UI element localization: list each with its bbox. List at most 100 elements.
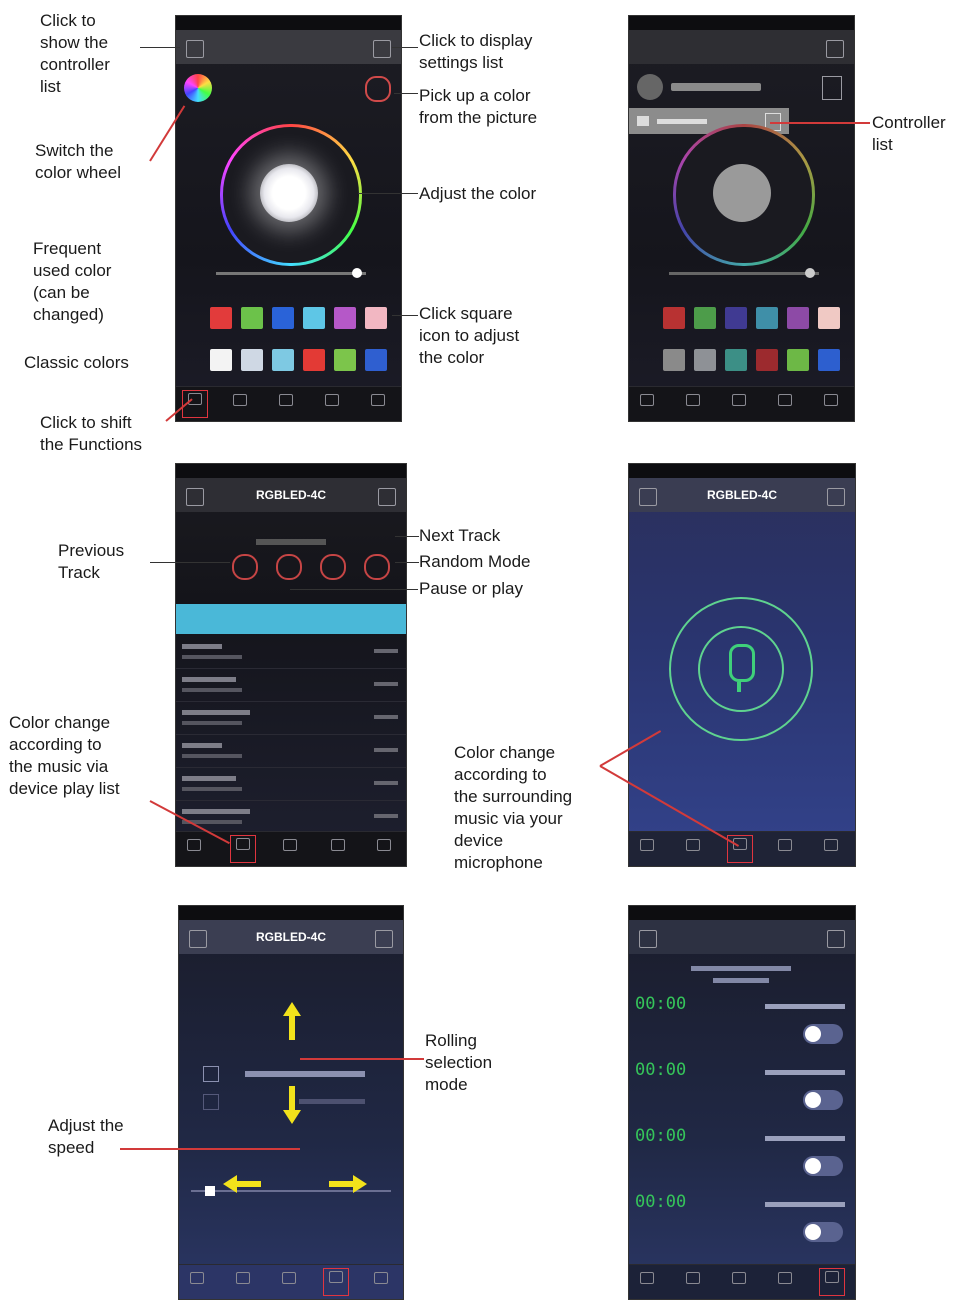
color-wheel-switch-icon[interactable] (184, 74, 212, 102)
settings-button[interactable] (826, 40, 844, 58)
tab-mic[interactable] (727, 392, 751, 418)
tab-mode[interactable] (323, 1268, 349, 1296)
tab-timer[interactable] (372, 837, 396, 863)
tab-mode[interactable] (773, 392, 797, 418)
tab-color[interactable] (635, 837, 659, 863)
title-bar: RGBLED-4C (176, 478, 406, 512)
timer-toggle[interactable] (803, 1156, 843, 1176)
brightness-slider-thumb[interactable] (805, 268, 815, 278)
controller-edit-icon[interactable] (822, 76, 842, 100)
color-swatch[interactable] (210, 349, 232, 371)
tab-mode[interactable] (326, 837, 350, 863)
tab-music[interactable] (681, 392, 705, 418)
color-swatch[interactable] (334, 307, 356, 329)
tab-timer[interactable] (819, 837, 843, 863)
timer-toggle[interactable] (803, 1090, 843, 1110)
color-swatch[interactable] (663, 349, 685, 371)
tab-mic[interactable] (277, 1270, 301, 1296)
color-swatch[interactable] (694, 349, 716, 371)
tab-mic[interactable] (278, 837, 302, 863)
playlist-row[interactable] (176, 768, 406, 801)
playlist-row[interactable] (176, 669, 406, 702)
playlist-row[interactable] (176, 636, 406, 669)
color-swatch[interactable] (241, 349, 263, 371)
color-swatch[interactable] (818, 349, 840, 371)
screen-color-wheel (175, 15, 402, 422)
speed-slider-thumb[interactable] (205, 1186, 215, 1196)
tab-timer[interactable] (369, 1270, 393, 1296)
color-swatch[interactable] (210, 307, 232, 329)
tab-timer[interactable] (366, 392, 390, 418)
tab-timer[interactable] (819, 392, 843, 418)
color-swatch[interactable] (303, 307, 325, 329)
brightness-slider[interactable] (216, 272, 366, 275)
color-swatch[interactable] (272, 349, 294, 371)
tab-music[interactable] (681, 1270, 705, 1296)
color-swatch[interactable] (787, 349, 809, 371)
tab-color[interactable] (635, 1270, 659, 1296)
color-swatch[interactable] (756, 307, 778, 329)
color-swatch[interactable] (365, 307, 387, 329)
controller-list-button[interactable] (639, 488, 657, 506)
tab-color[interactable] (182, 837, 206, 863)
color-picker-icon[interactable] (365, 76, 391, 102)
tab-mic[interactable] (727, 835, 753, 863)
tab-color[interactable] (635, 392, 659, 418)
playlist-row[interactable] (176, 801, 406, 834)
settings-button[interactable] (375, 930, 393, 948)
timer-time[interactable]: 00:00 (635, 1060, 686, 1080)
random-mode-button[interactable] (364, 554, 390, 580)
color-swatch[interactable] (241, 307, 263, 329)
screen-music-playlist: RGBLED-4C (175, 463, 407, 867)
settings-button[interactable] (373, 40, 391, 58)
color-swatch[interactable] (756, 349, 778, 371)
timer-time[interactable]: 00:00 (635, 994, 686, 1014)
playlist-row[interactable] (176, 702, 406, 735)
color-swatch[interactable] (303, 349, 325, 371)
color-swatch[interactable] (334, 349, 356, 371)
color-swatch[interactable] (272, 307, 294, 329)
brightness-slider-thumb[interactable] (352, 268, 362, 278)
timer-time[interactable]: 00:00 (635, 1126, 686, 1146)
settings-button[interactable] (378, 488, 396, 506)
tab-music[interactable] (230, 835, 256, 863)
color-swatch[interactable] (725, 349, 747, 371)
controller-list-button[interactable] (189, 930, 207, 948)
settings-button[interactable] (827, 488, 845, 506)
tab-mic[interactable] (274, 392, 298, 418)
tab-mode[interactable] (773, 837, 797, 863)
mode-item-label[interactable] (245, 1071, 365, 1077)
tab-mic[interactable] (727, 1270, 751, 1296)
color-swatch[interactable] (725, 307, 747, 329)
color-swatch[interactable] (787, 307, 809, 329)
annotation-previous-track: Previous Track (58, 541, 125, 582)
tab-music[interactable] (228, 392, 252, 418)
tab-mode[interactable] (320, 392, 344, 418)
back-button[interactable] (639, 930, 657, 948)
settings-button[interactable] (827, 930, 845, 948)
controller-list-button[interactable] (186, 488, 204, 506)
timer-time[interactable]: 00:00 (635, 1192, 686, 1212)
status-bar (176, 464, 406, 478)
song-title-placeholder (182, 644, 222, 649)
color-swatch[interactable] (818, 307, 840, 329)
annotation-show-controller-list: Click to show the controller list (40, 11, 110, 96)
timer-toggle[interactable] (803, 1024, 843, 1044)
timer-toggle[interactable] (803, 1222, 843, 1242)
tab-mode[interactable] (773, 1270, 797, 1296)
previous-track-button[interactable] (232, 554, 258, 580)
color-swatch[interactable] (663, 307, 685, 329)
playlist-row[interactable] (176, 735, 406, 768)
color-swatch[interactable] (365, 349, 387, 371)
tab-music[interactable] (231, 1270, 255, 1296)
tab-color[interactable] (185, 1270, 209, 1296)
pause-play-button[interactable] (276, 554, 302, 580)
next-track-button[interactable] (320, 554, 346, 580)
color-swatch[interactable] (694, 307, 716, 329)
mode-item-label[interactable] (299, 1099, 365, 1104)
microphone-icon[interactable] (729, 644, 755, 682)
tab-timer[interactable] (819, 1268, 845, 1296)
controller-list-button[interactable] (186, 40, 204, 58)
brightness-slider[interactable] (669, 272, 819, 275)
tab-music[interactable] (681, 837, 705, 863)
